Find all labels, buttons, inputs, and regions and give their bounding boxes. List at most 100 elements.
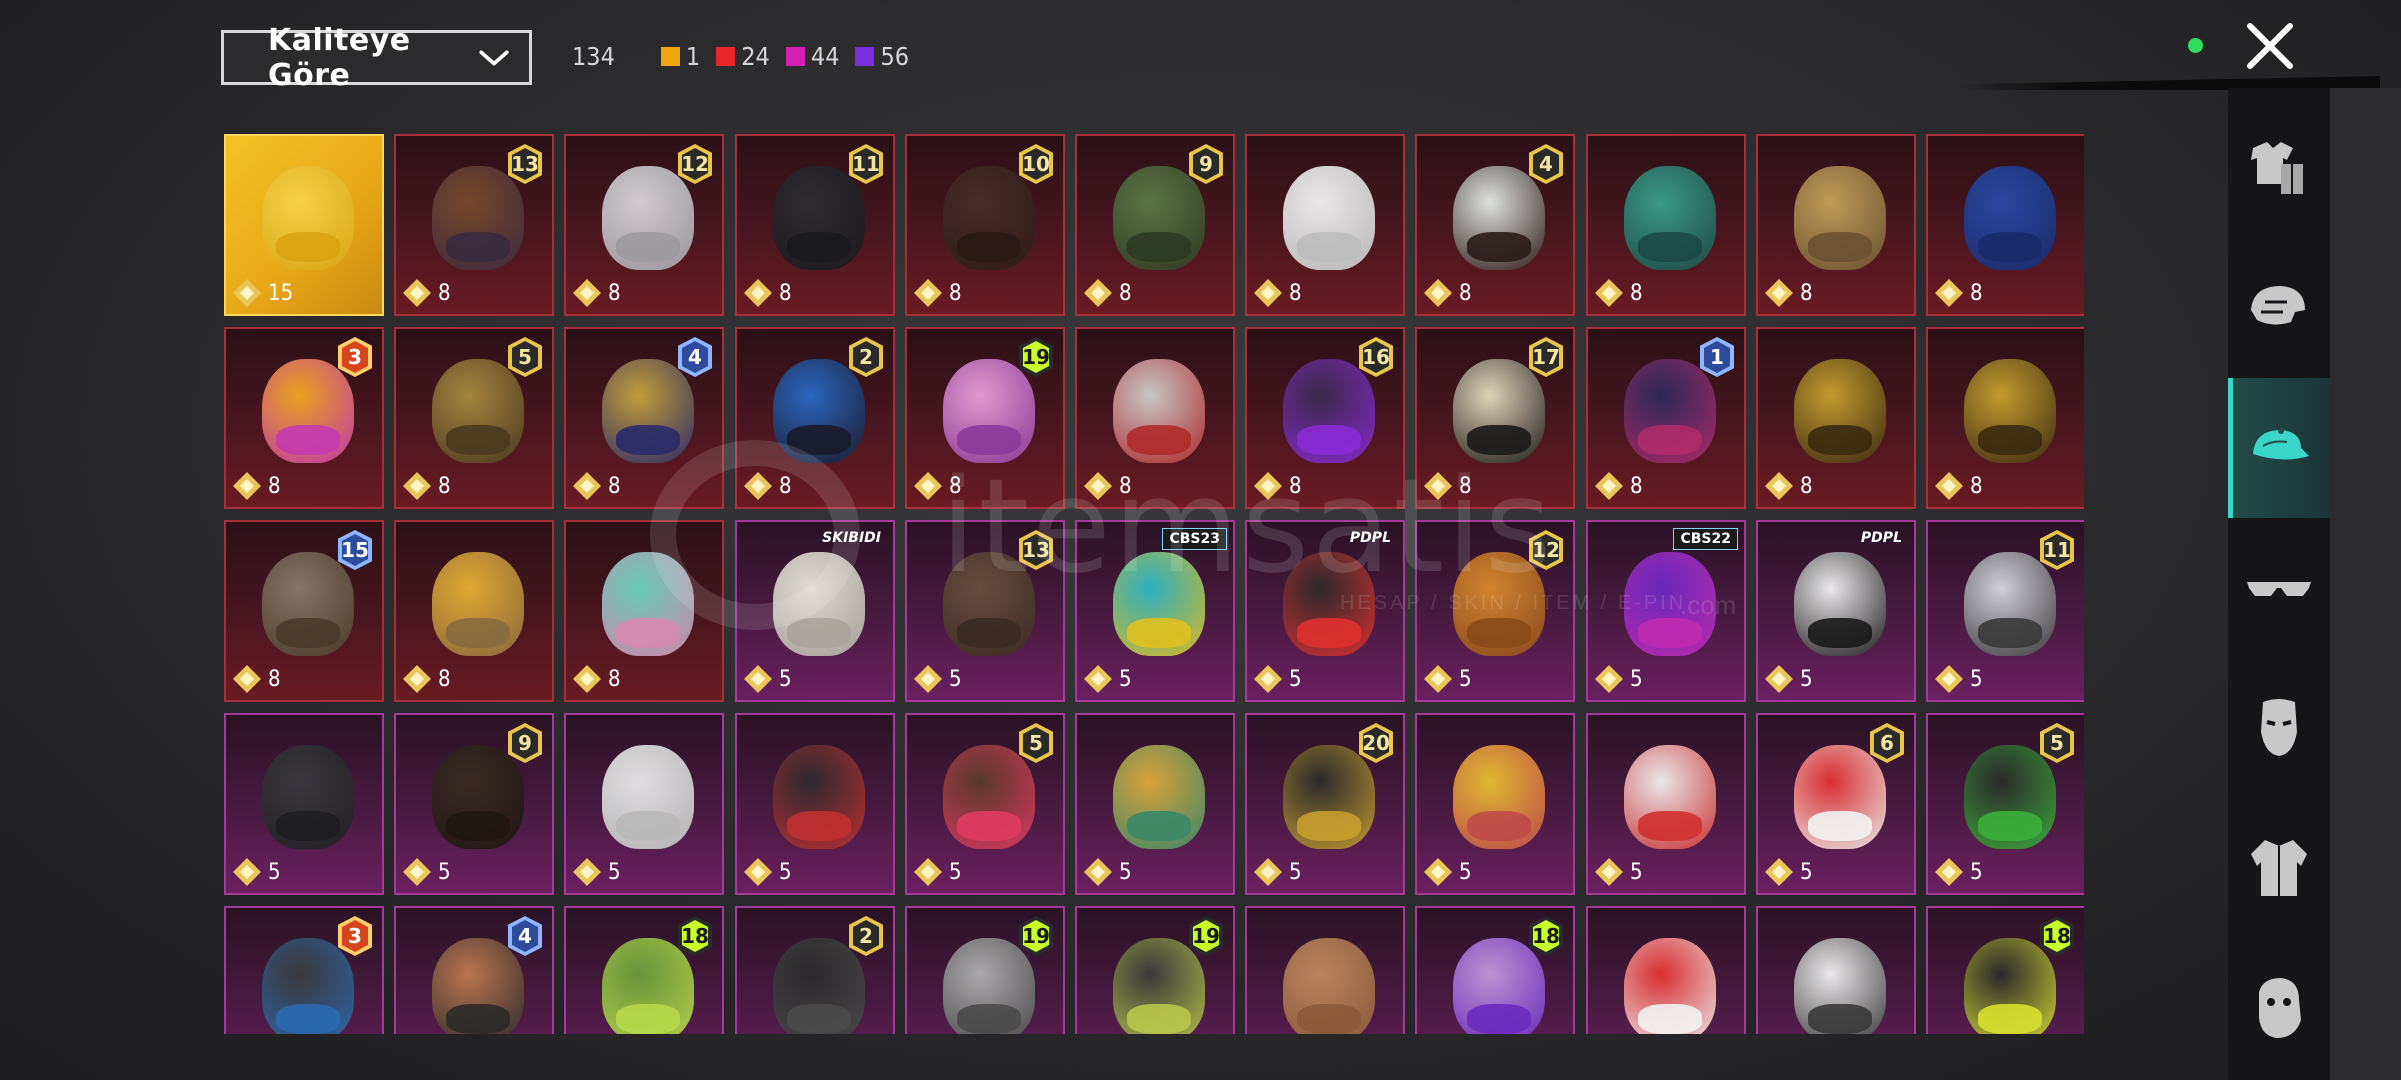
sidebar-item-face[interactable] — [2228, 938, 2330, 1078]
inventory-item[interactable]: 17 8 — [1415, 327, 1575, 509]
rating-diamond-icon — [233, 665, 261, 693]
item-value: 8 — [232, 471, 281, 501]
inventory-item[interactable]: 4 — [394, 906, 554, 1034]
sidebar-item-jacket[interactable] — [2228, 798, 2330, 938]
inventory-item[interactable]: 8 — [1075, 327, 1235, 509]
level-badge-value: 4 — [512, 920, 538, 952]
inventory-item[interactable]: PDPL 5 — [1756, 520, 1916, 702]
face-icon — [2259, 978, 2301, 1038]
inventory-item[interactable]: 8 — [1756, 327, 1916, 509]
event-tag: CBS23 — [1162, 528, 1227, 550]
inventory-item[interactable]: 3 — [224, 906, 384, 1034]
sidebar-item-outfit[interactable] — [2228, 98, 2330, 238]
item-value: 5 — [1423, 857, 1472, 887]
inventory-item[interactable]: 65 — [1756, 713, 1916, 895]
inventory-item[interactable]: 18 — [1586, 327, 1746, 509]
rarity-counts: 134 1 24 44 56 — [572, 42, 925, 71]
inventory-item[interactable]: 5 — [224, 713, 384, 895]
inventory-item[interactable]: 19 8 — [905, 327, 1065, 509]
item-value-number: 8 — [1970, 473, 1983, 499]
rating-diamond-icon — [914, 472, 942, 500]
item-value-number: 8 — [1289, 473, 1302, 499]
inventory-item[interactable]: 18 — [1926, 906, 2084, 1034]
item-value-number: 8 — [1630, 280, 1643, 306]
inventory-item[interactable]: 5 — [1586, 713, 1746, 895]
inventory-item[interactable]: 16 8 — [1245, 327, 1405, 509]
level-badge-value: 11 — [853, 148, 879, 180]
inventory-item[interactable] — [1756, 906, 1916, 1034]
inventory-item[interactable]: 12 5 — [1415, 520, 1575, 702]
sort-dropdown[interactable]: Kaliteye Göre — [221, 23, 532, 93]
item-value-number: 8 — [438, 280, 451, 306]
inventory-item[interactable] — [1586, 906, 1746, 1034]
inventory-item[interactable]: 12 8 — [564, 134, 724, 316]
inventory-item[interactable]: 5 — [735, 713, 895, 895]
inventory-item[interactable]: PDPL 5 — [1245, 520, 1405, 702]
inventory-item[interactable]: 20 5 — [1245, 713, 1405, 895]
rating-diamond-icon — [744, 472, 772, 500]
rating-diamond-icon — [914, 858, 942, 886]
inventory-item[interactable]: 5 — [1075, 713, 1235, 895]
inventory-item[interactable]: 13 5 — [905, 520, 1065, 702]
item-image-detail — [1638, 811, 1702, 841]
item-image-detail — [957, 618, 1021, 648]
sidebar-item-mask[interactable] — [2228, 658, 2330, 798]
inventory-item[interactable]: 11 8 — [735, 134, 895, 316]
level-badge: 2 — [849, 916, 883, 956]
close-icon[interactable] — [2244, 20, 2296, 72]
inventory-item[interactable]: 55 — [1926, 713, 2084, 895]
inventory-item[interactable]: 58 — [394, 327, 554, 509]
rating-diamond-icon — [914, 665, 942, 693]
level-badge: 3 — [338, 337, 372, 377]
inventory-item[interactable]: 8 — [1245, 134, 1405, 316]
inventory-item[interactable]: 5 — [1415, 713, 1575, 895]
inventory-item[interactable]: 19 — [1075, 906, 1235, 1034]
inventory-item[interactable]: 28 — [735, 327, 895, 509]
inventory-item[interactable]: 8 — [1926, 327, 2084, 509]
inventory-item[interactable]: 10 8 — [905, 134, 1065, 316]
inventory-item[interactable]: 98 — [1075, 134, 1235, 316]
inventory-item[interactable]: CBS23 5 — [1075, 520, 1235, 702]
inventory-item[interactable]: 48 — [564, 327, 724, 509]
event-tag: CBS22 — [1673, 528, 1738, 550]
item-image-detail — [1467, 232, 1531, 262]
inventory-item[interactable]: 15 8 — [224, 520, 384, 702]
item-value: 8 — [402, 278, 451, 308]
rating-diamond-icon — [403, 858, 431, 886]
inventory-item[interactable]: 19 — [905, 906, 1065, 1034]
inventory-item[interactable]: 13 8 — [394, 134, 554, 316]
inventory-item[interactable]: 55 — [905, 713, 1065, 895]
inventory-item[interactable]: 8 — [1756, 134, 1916, 316]
inventory-item[interactable]: 95 — [394, 713, 554, 895]
level-badge-value: 18 — [682, 920, 708, 952]
inventory-item[interactable]: SKIBIDI 5 — [735, 520, 895, 702]
inventory-item[interactable]: 8 — [564, 520, 724, 702]
item-value-number: 8 — [1119, 473, 1132, 499]
inventory-item[interactable]: 18 — [564, 906, 724, 1034]
inventory-item[interactable]: 5 — [564, 713, 724, 895]
inventory-item[interactable]: 15 — [224, 134, 384, 316]
item-value: 5 — [913, 664, 962, 694]
level-badge-value: 17 — [1533, 341, 1559, 373]
inventory-item[interactable]: 8 — [394, 520, 554, 702]
sidebar-item-cap[interactable] — [2228, 378, 2330, 518]
level-badge: 19 — [1189, 916, 1223, 956]
inventory-item[interactable]: 38 — [224, 327, 384, 509]
event-tag: PDPL — [1349, 530, 1391, 546]
inventory-item[interactable]: 11 5 — [1926, 520, 2084, 702]
item-value: 8 — [1083, 278, 1132, 308]
inventory-item[interactable] — [1245, 906, 1405, 1034]
item-image-detail — [1808, 425, 1872, 455]
inventory-item[interactable]: 2 — [735, 906, 895, 1034]
inventory-item[interactable]: 18 — [1415, 906, 1575, 1034]
inventory-item[interactable]: 48 — [1415, 134, 1575, 316]
inventory-item[interactable]: 8 — [1586, 134, 1746, 316]
item-value: 8 — [402, 664, 451, 694]
inventory-item[interactable]: 8 — [1926, 134, 2084, 316]
sidebar-item-glasses[interactable] — [2228, 518, 2330, 658]
inventory-item[interactable]: CBS22 5 — [1586, 520, 1746, 702]
item-image-detail — [1808, 232, 1872, 262]
level-badge-value: 15 — [342, 534, 368, 566]
sidebar-item-helmet[interactable] — [2228, 238, 2330, 378]
item-value: 5 — [1934, 664, 1983, 694]
